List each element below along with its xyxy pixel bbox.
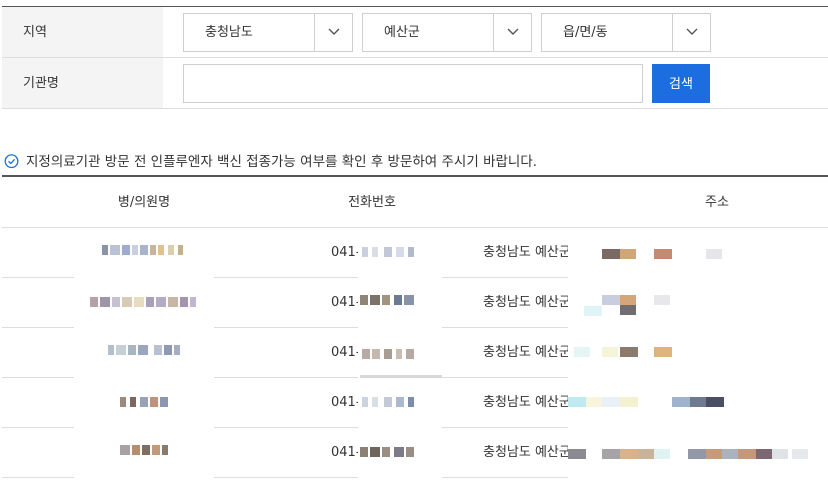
table-row[interactable]: 041- 충청남도 예산군 xyxy=(2,378,828,428)
address-detail-cell xyxy=(568,428,828,478)
phone-number-cell xyxy=(358,328,442,384)
address-detail-cell xyxy=(568,228,828,278)
address-detail-cell xyxy=(568,278,828,328)
chevron-down-icon xyxy=(672,14,710,51)
header-org-name: 병/의원명 xyxy=(117,195,171,210)
phone-number-cell xyxy=(358,378,442,428)
phone-number-cell xyxy=(358,428,442,478)
results-table: 병/의원명 전화번호 주소 041- 충청남도 예산군 041- 충청남도 예산… xyxy=(2,175,828,478)
notice-text: 지정의료기관 방문 전 인플루엔자 백신 접종가능 여부를 확인 후 방문하여 … xyxy=(26,154,538,170)
header-phone: 전화번호 xyxy=(348,195,396,210)
header-address: 주소 xyxy=(705,195,729,210)
province-select[interactable]: 충청남도 xyxy=(183,13,353,52)
table-row[interactable]: 041- 충청남도 예산군 xyxy=(2,278,828,328)
address-detail-cell xyxy=(568,378,828,428)
org-name-row: 기관명 검색 xyxy=(2,58,828,109)
search-button[interactable]: 검색 xyxy=(652,64,710,103)
town-value: 읍/면/동 xyxy=(563,25,608,40)
phone-prefix: 041- xyxy=(331,295,361,310)
town-select[interactable]: 읍/면/동 xyxy=(541,13,711,52)
org-name-cell xyxy=(74,378,214,428)
province-value: 충청남도 xyxy=(205,25,253,40)
org-name-cell xyxy=(74,228,214,278)
region-row: 지역 충청남도 예산군 읍/면/동 xyxy=(2,7,828,58)
org-name-input[interactable] xyxy=(183,64,643,103)
address-text: 충청남도 예산군 xyxy=(483,445,571,460)
chevron-down-icon xyxy=(314,14,352,51)
org-name-cell xyxy=(74,328,214,378)
phone-prefix: 041- xyxy=(331,445,361,460)
phone-number-cell xyxy=(358,278,442,328)
org-name-cell xyxy=(74,278,214,328)
address-text: 충청남도 예산군 xyxy=(483,345,571,360)
county-select[interactable]: 예산군 xyxy=(362,13,532,52)
chevron-down-icon xyxy=(493,14,531,51)
table-row[interactable]: 041- 충청남도 예산군 xyxy=(2,328,828,384)
phone-prefix: 041- xyxy=(331,345,361,360)
phone-prefix: 041- xyxy=(331,245,361,260)
phone-number-cell xyxy=(358,228,442,278)
county-value: 예산군 xyxy=(384,25,420,40)
address-text: 충청남도 예산군 xyxy=(483,295,571,310)
org-name-cell xyxy=(74,428,214,478)
notice-message: 지정의료기관 방문 전 인플루엔자 백신 접종가능 여부를 확인 후 방문하여 … xyxy=(4,152,537,172)
phone-prefix: 041- xyxy=(331,395,361,410)
address-detail-cell xyxy=(568,328,828,378)
address-text: 충청남도 예산군 xyxy=(483,395,571,410)
region-label: 지역 xyxy=(2,7,163,57)
table-row[interactable]: 041- 충청남도 예산군 xyxy=(2,228,828,278)
search-filter-panel: 지역 충청남도 예산군 읍/면/동 기관명 검색 xyxy=(2,6,828,109)
org-name-label: 기관명 xyxy=(2,58,163,108)
table-header: 병/의원명 전화번호 주소 xyxy=(2,177,828,228)
address-text: 충청남도 예산군 xyxy=(483,245,571,260)
chat-check-icon xyxy=(4,154,19,169)
table-row[interactable]: 041- 충청남도 예산군 xyxy=(2,428,828,478)
